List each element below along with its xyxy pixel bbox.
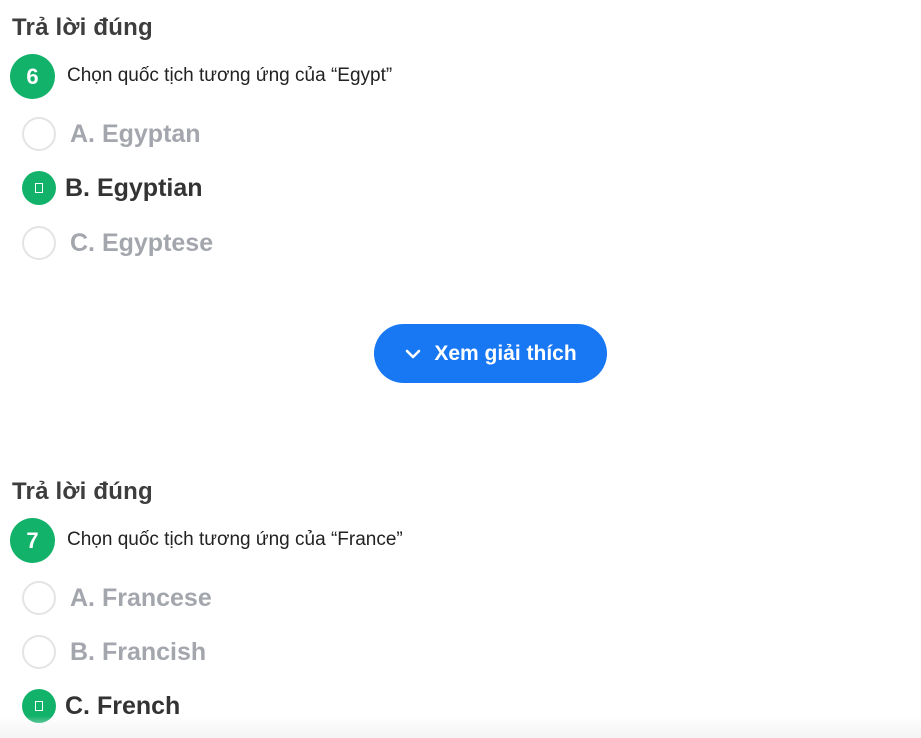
- option-label: B. Egyptian: [65, 173, 203, 202]
- option-label: B. Francish: [70, 637, 207, 666]
- radio-button[interactable]: [22, 117, 56, 151]
- show-explanation-label: Xem giải thích: [434, 341, 577, 365]
- option-a[interactable]: A. Francese: [22, 578, 212, 618]
- option-label: C. Egyptese: [70, 228, 214, 257]
- option-b[interactable]: B. Egyptian: [22, 168, 203, 208]
- radio-button[interactable]: [22, 581, 56, 615]
- question-text: Chọn quốc tịch tương ứng của “France”: [67, 529, 403, 550]
- radio-button[interactable]: [22, 226, 56, 260]
- option-b[interactable]: B. Francish: [22, 632, 206, 672]
- check-icon: [35, 701, 43, 711]
- answer-status: Trả lời đúng: [12, 14, 153, 41]
- question-number-badge: 7: [10, 518, 55, 563]
- radio-button[interactable]: [22, 635, 56, 669]
- check-icon: [35, 183, 43, 193]
- answer-status: Trả lời đúng: [12, 478, 153, 505]
- option-c[interactable]: C. Egyptese: [22, 223, 213, 263]
- question-text: Chọn quốc tịch tương ứng của “Egypt”: [67, 65, 393, 86]
- radio-button-checked[interactable]: [22, 171, 56, 205]
- option-label: A. Egyptan: [70, 119, 201, 148]
- show-explanation-button[interactable]: Xem giải thích: [374, 324, 607, 383]
- option-label: A. Francese: [70, 583, 212, 612]
- question-number-badge: 6: [10, 54, 55, 99]
- chevron-down-icon: [406, 349, 421, 358]
- option-a[interactable]: A. Egyptan: [22, 114, 201, 154]
- bottom-fade: [0, 716, 921, 738]
